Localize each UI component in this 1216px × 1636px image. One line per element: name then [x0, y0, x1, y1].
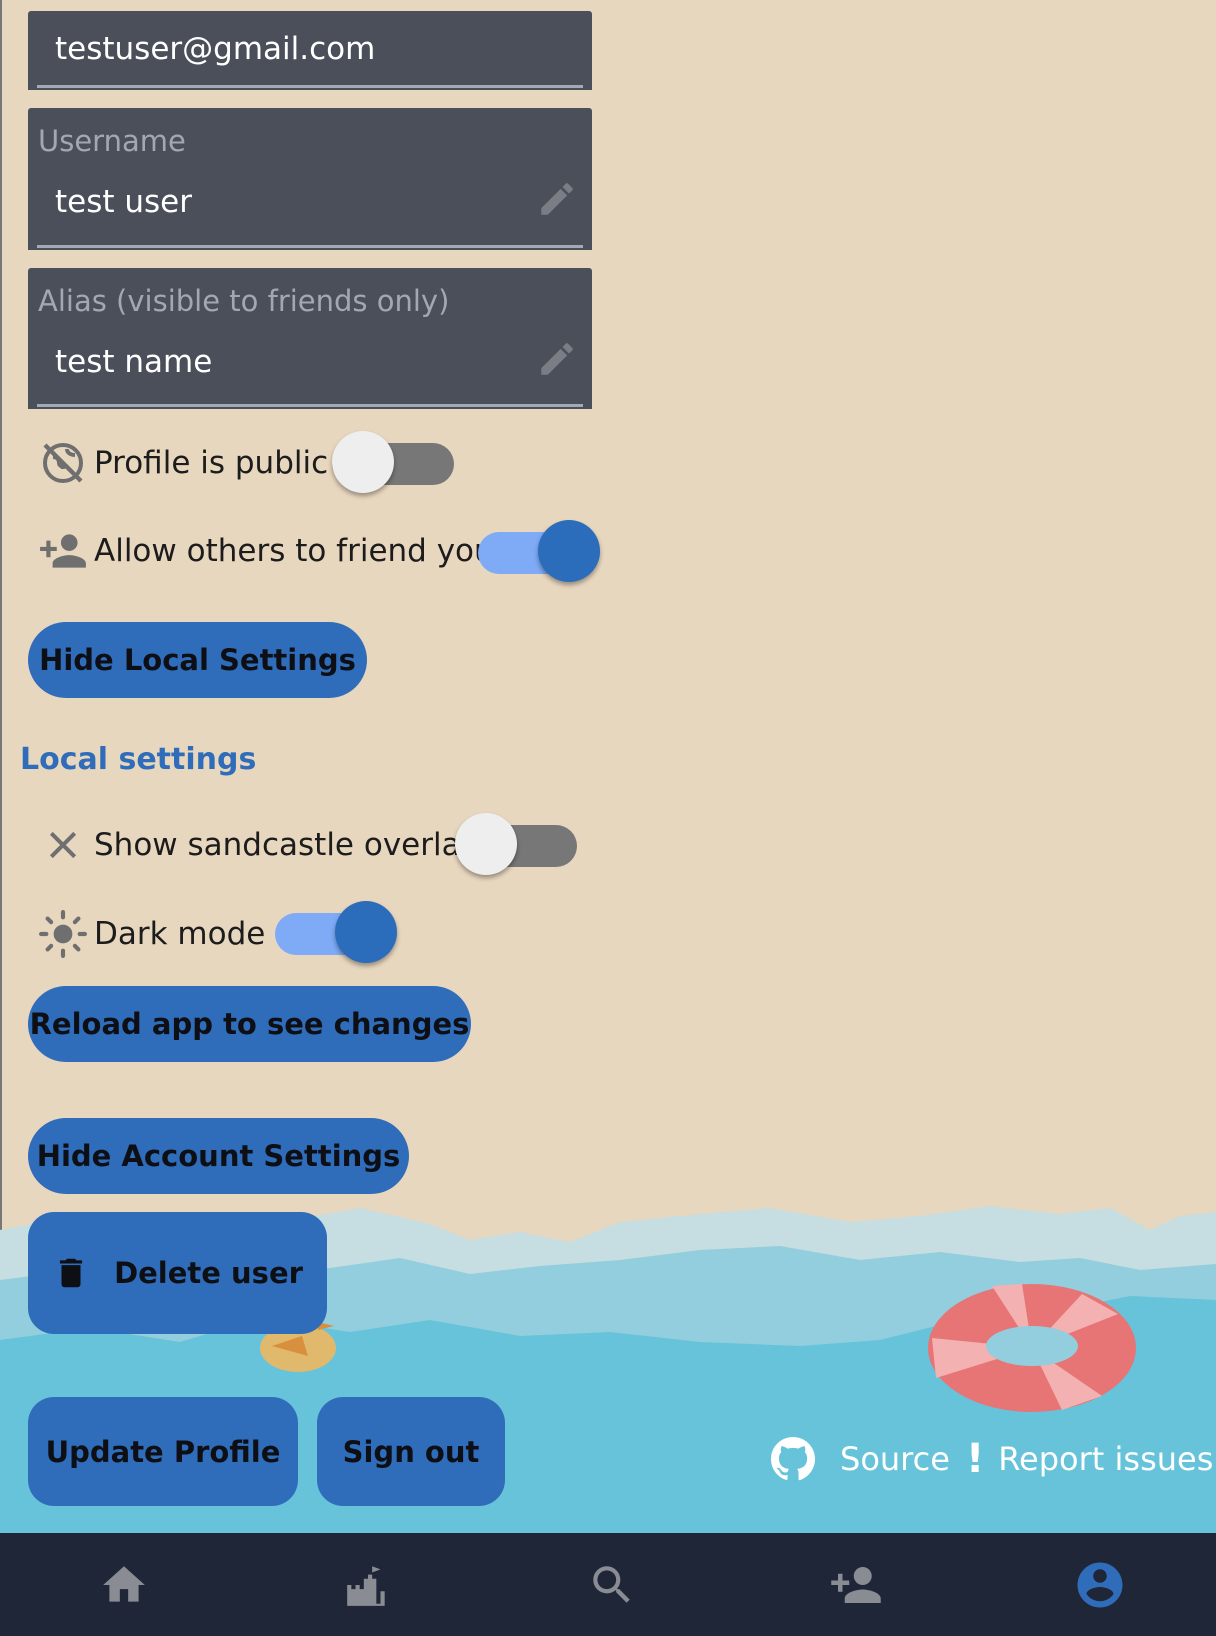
username-label: Username — [38, 124, 186, 158]
pencil-icon[interactable] — [536, 178, 578, 220]
public-off-icon — [38, 438, 88, 488]
bottom-nav — [0, 1533, 1216, 1636]
add-friend-icon — [830, 1566, 881, 1603]
report-issues-link[interactable]: ! Report issues — [966, 1436, 1213, 1482]
sandcastle-overlay-label: Show sandcastle overlay — [94, 827, 479, 863]
sandcastle-overlay-row: Show sandcastle overlay — [38, 820, 479, 870]
nav-account[interactable] — [978, 1533, 1216, 1636]
delete-user-label: Delete user — [114, 1256, 303, 1290]
nav-sandcastle[interactable] — [246, 1533, 489, 1636]
castle-icon — [346, 1563, 385, 1606]
search-icon — [592, 1565, 630, 1603]
github-icon — [770, 1436, 816, 1481]
allow-friend-toggle[interactable] — [478, 520, 602, 582]
hide-account-settings-button[interactable]: Hide Account Settings — [28, 1118, 409, 1194]
profile-public-toggle[interactable] — [332, 431, 456, 493]
source-label: Source — [840, 1440, 950, 1478]
dark-mode-toggle[interactable] — [275, 901, 399, 963]
toggle-thumb — [538, 520, 600, 582]
alias-underline — [37, 404, 583, 407]
email-underline — [37, 85, 583, 88]
local-settings-title: Local settings — [20, 742, 257, 777]
username-value: test user — [55, 184, 193, 220]
lifebuoy-icon — [928, 1284, 1136, 1412]
toggle-thumb — [455, 813, 517, 875]
home-icon — [102, 1565, 145, 1602]
sign-out-button[interactable]: Sign out — [317, 1397, 505, 1506]
dark-mode-label: Dark mode — [94, 916, 266, 952]
alias-label: Alias (visible to friends only) — [38, 284, 450, 318]
allow-friend-label: Allow others to friend you — [94, 533, 494, 569]
profile-public-row: Profile is public — [38, 438, 328, 488]
report-issues-label: Report issues — [998, 1440, 1214, 1478]
nav-add-friend[interactable] — [734, 1533, 977, 1636]
source-link[interactable]: Source — [770, 1436, 950, 1482]
sandcastle-overlay-toggle[interactable] — [455, 813, 579, 875]
reload-app-button[interactable]: Reload app to see changes — [28, 986, 471, 1062]
person-add-icon — [38, 526, 88, 576]
allow-friend-row: Allow others to friend you — [38, 526, 494, 576]
username-underline — [37, 245, 583, 248]
email-field[interactable]: testuser@gmail.com — [28, 11, 592, 90]
alias-field[interactable]: Alias (visible to friends only) test nam… — [28, 268, 592, 409]
sun-icon — [38, 909, 88, 959]
alias-value: test name — [55, 344, 213, 380]
update-profile-button[interactable]: Update Profile — [28, 1397, 298, 1506]
delete-user-button[interactable]: Delete user — [28, 1212, 327, 1334]
close-icon — [38, 820, 88, 870]
toggle-thumb — [332, 431, 394, 493]
nav-search[interactable] — [490, 1533, 733, 1636]
nav-home[interactable] — [2, 1533, 245, 1636]
hide-local-settings-button[interactable]: Hide Local Settings — [28, 622, 367, 698]
username-field[interactable]: Username test user — [28, 108, 592, 250]
exclamation-icon: ! — [966, 1436, 985, 1482]
profile-public-label: Profile is public — [94, 445, 329, 481]
dark-mode-row: Dark mode — [38, 909, 265, 959]
account-icon — [1077, 1562, 1122, 1607]
email-value: testuser@gmail.com — [55, 31, 376, 67]
pencil-icon[interactable] — [536, 338, 578, 380]
toggle-thumb — [335, 901, 397, 963]
trash-icon — [59, 1258, 83, 1288]
